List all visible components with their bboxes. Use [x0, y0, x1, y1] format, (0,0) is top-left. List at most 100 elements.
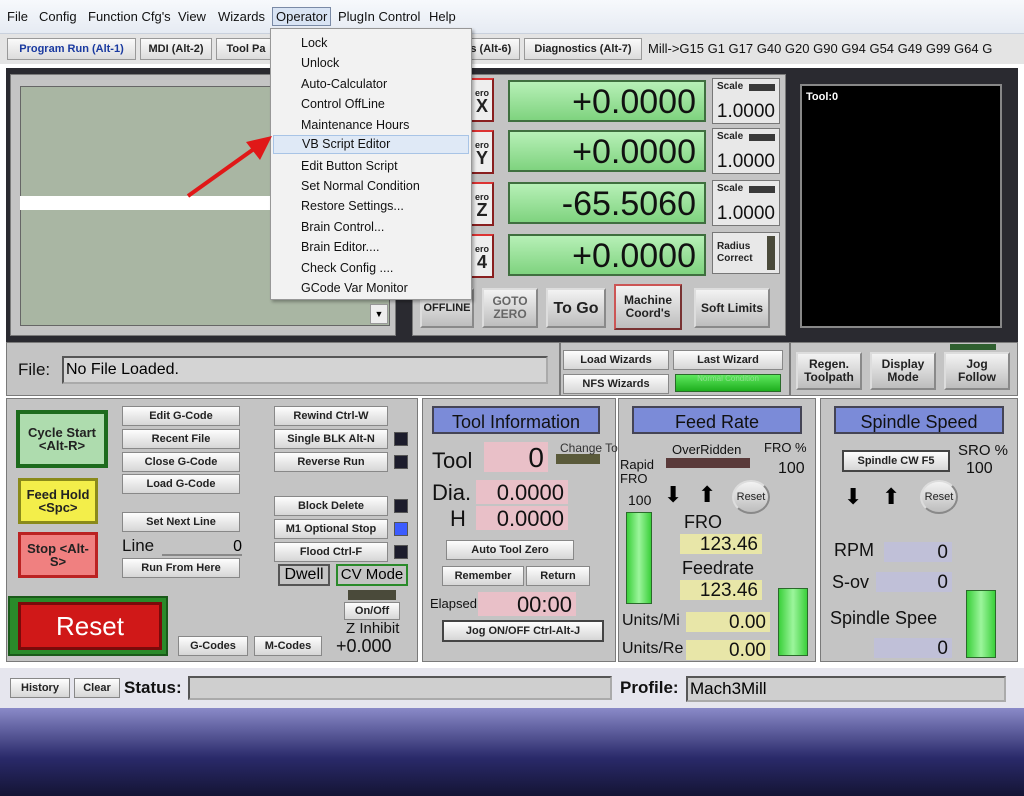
- file-field[interactable]: No File Loaded.: [62, 356, 548, 384]
- arrow-down-icon[interactable]: ⬇: [844, 484, 862, 510]
- rewind-button[interactable]: Rewind Ctrl-W: [274, 406, 388, 426]
- remember-button[interactable]: Remember: [442, 566, 524, 586]
- line-number-field[interactable]: 0: [162, 538, 242, 556]
- dia-field[interactable]: 0.0000: [476, 480, 568, 505]
- menu-item-brain-editor[interactable]: Brain Editor....: [301, 240, 380, 254]
- tab-mdi[interactable]: MDI (Alt-2): [140, 38, 212, 60]
- menu-item-set-normal-condition[interactable]: Set Normal Condition: [301, 179, 420, 193]
- h-field[interactable]: 0.0000: [476, 506, 568, 531]
- single-blk-button[interactable]: Single BLK Alt-N: [274, 429, 388, 449]
- close-gcode-button[interactable]: Close G-Code: [122, 452, 240, 472]
- arrow-up-icon[interactable]: ⬆: [882, 484, 900, 510]
- load-gcode-button[interactable]: Load G-Code: [122, 474, 240, 494]
- set-next-line-button[interactable]: Set Next Line: [122, 512, 240, 532]
- rpm-value[interactable]: 0: [884, 542, 952, 563]
- fro-reset-button[interactable]: Reset: [732, 480, 770, 514]
- reverse-run-indicator: [394, 455, 408, 469]
- edit-gcode-button[interactable]: Edit G-Code: [122, 406, 240, 426]
- menu-item-maintenance-hours[interactable]: Maintenance Hours: [301, 118, 409, 132]
- goto-zero-button[interactable]: GOTO ZERO: [482, 288, 538, 328]
- jog-follow-button[interactable]: Jog Follow: [944, 352, 1010, 390]
- stop-button[interactable]: Stop <Alt-S>: [18, 532, 98, 578]
- menu-item-check-config[interactable]: Check Config ....: [301, 261, 393, 275]
- nfs-wizards-button[interactable]: NFS Wizards: [563, 374, 669, 394]
- run-from-here-button[interactable]: Run From Here: [122, 558, 240, 578]
- scale-value: 1.0000: [716, 203, 775, 224]
- menu-function-cfgs[interactable]: Function Cfg's: [88, 9, 171, 24]
- operator-dropdown: Lock Unlock Auto-Calculator Control OffL…: [270, 28, 472, 300]
- radius-indicator: [767, 236, 775, 270]
- dro-4[interactable]: +0.0000: [508, 234, 706, 276]
- cycle-start-button[interactable]: Cycle Start <Alt-R>: [16, 410, 108, 468]
- menu-plugin-control[interactable]: PlugIn Control: [338, 9, 420, 24]
- fro-slider[interactable]: [778, 588, 808, 656]
- machine-coords-button[interactable]: Machine Coord's: [614, 284, 682, 330]
- ref-x-button[interactable]: ero X: [470, 78, 494, 122]
- reset-button[interactable]: Reset: [18, 602, 162, 650]
- sro-slider[interactable]: [966, 590, 996, 658]
- fro-value: 123.46: [680, 534, 762, 555]
- sro-reset-button[interactable]: Reset: [920, 480, 958, 514]
- recent-file-button[interactable]: Recent File: [122, 429, 240, 449]
- load-wizards-button[interactable]: Load Wizards: [563, 350, 669, 370]
- last-wizard-button[interactable]: Last Wizard: [673, 350, 783, 370]
- tab-tool-path[interactable]: Tool Pa: [216, 38, 276, 60]
- ref-y-button[interactable]: ero Y: [470, 130, 494, 174]
- arrow-up-icon[interactable]: ⬆: [698, 482, 716, 508]
- z-inhibit-value[interactable]: +0.000: [336, 636, 392, 657]
- jog-onoff-button[interactable]: Jog ON/OFF Ctrl-Alt-J: [442, 620, 604, 642]
- block-delete-button[interactable]: Block Delete: [274, 496, 388, 516]
- arrow-down-icon[interactable]: ⬇: [664, 482, 682, 508]
- h-label: H: [450, 506, 466, 531]
- display-mode-button[interactable]: Display Mode: [870, 352, 936, 390]
- tab-program-run[interactable]: Program Run (Alt-1): [7, 38, 136, 60]
- menu-item-vb-script-editor[interactable]: VB Script Editor: [273, 135, 469, 154]
- spindle-cw-button[interactable]: Spindle CW F5: [842, 450, 950, 472]
- menu-item-gcode-var-monitor[interactable]: GCode Var Monitor: [301, 281, 408, 295]
- menu-item-control-offline[interactable]: Control OffLine: [301, 97, 385, 111]
- dro-z[interactable]: -65.5060: [508, 182, 706, 224]
- flood-button[interactable]: Flood Ctrl-F: [274, 542, 388, 562]
- rapid-fro-slider[interactable]: [626, 512, 652, 604]
- menu-view[interactable]: View: [178, 9, 206, 24]
- history-button[interactable]: History: [10, 678, 70, 698]
- return-button[interactable]: Return: [526, 566, 590, 586]
- auto-tool-zero-button[interactable]: Auto Tool Zero: [446, 540, 574, 560]
- menu-wizards[interactable]: Wizards: [218, 9, 265, 24]
- gcodes-button[interactable]: G-Codes: [178, 636, 248, 656]
- on-off-button[interactable]: On/Off: [344, 602, 400, 620]
- feed-hold-button[interactable]: Feed Hold <Spc>: [18, 478, 98, 524]
- menu-item-restore-settings[interactable]: Restore Settings...: [301, 199, 404, 213]
- menu-item-unlock[interactable]: Unlock: [301, 56, 339, 70]
- scale-y[interactable]: Scale 1.0000: [712, 128, 780, 174]
- ref-4-button[interactable]: ero 4: [470, 234, 494, 278]
- rapid-fro-value: 100: [628, 492, 652, 508]
- dro-y[interactable]: +0.0000: [508, 130, 706, 172]
- to-go-button[interactable]: To Go: [546, 288, 606, 328]
- menu-item-lock[interactable]: Lock: [301, 36, 327, 50]
- menu-help[interactable]: Help: [429, 9, 456, 24]
- feedrate-value[interactable]: 123.46: [680, 580, 762, 601]
- regen-toolpath-button[interactable]: Regen. Toolpath: [796, 352, 862, 390]
- tab-diagnostics[interactable]: Diagnostics (Alt-7): [524, 38, 642, 60]
- reverse-run-button[interactable]: Reverse Run: [274, 452, 388, 472]
- soft-limits-button[interactable]: Soft Limits: [694, 288, 770, 328]
- radius-correct[interactable]: Radius Correct: [712, 232, 780, 274]
- ref-z-button[interactable]: ero Z: [470, 182, 494, 226]
- tool-number-field[interactable]: 0: [484, 442, 548, 473]
- menu-file[interactable]: File: [7, 9, 28, 24]
- clear-button[interactable]: Clear: [74, 678, 120, 698]
- dro-x[interactable]: +0.0000: [508, 80, 706, 122]
- chevron-down-icon[interactable]: ▼: [370, 304, 388, 324]
- menu-item-auto-calculator[interactable]: Auto-Calculator: [301, 77, 387, 91]
- m1-optional-stop-button[interactable]: M1 Optional Stop: [274, 519, 388, 539]
- feedrate-label: Feedrate: [682, 558, 755, 578]
- menu-config[interactable]: Config: [39, 9, 77, 24]
- sov-value: 0: [876, 572, 952, 593]
- menu-item-brain-control[interactable]: Brain Control...: [301, 220, 384, 234]
- mcodes-button[interactable]: M-Codes: [254, 636, 322, 656]
- scale-x[interactable]: Scale 1.0000: [712, 78, 780, 124]
- scale-z[interactable]: Scale 1.0000: [712, 180, 780, 226]
- menu-operator[interactable]: Operator: [272, 7, 332, 26]
- menu-item-edit-button-script[interactable]: Edit Button Script: [301, 159, 398, 173]
